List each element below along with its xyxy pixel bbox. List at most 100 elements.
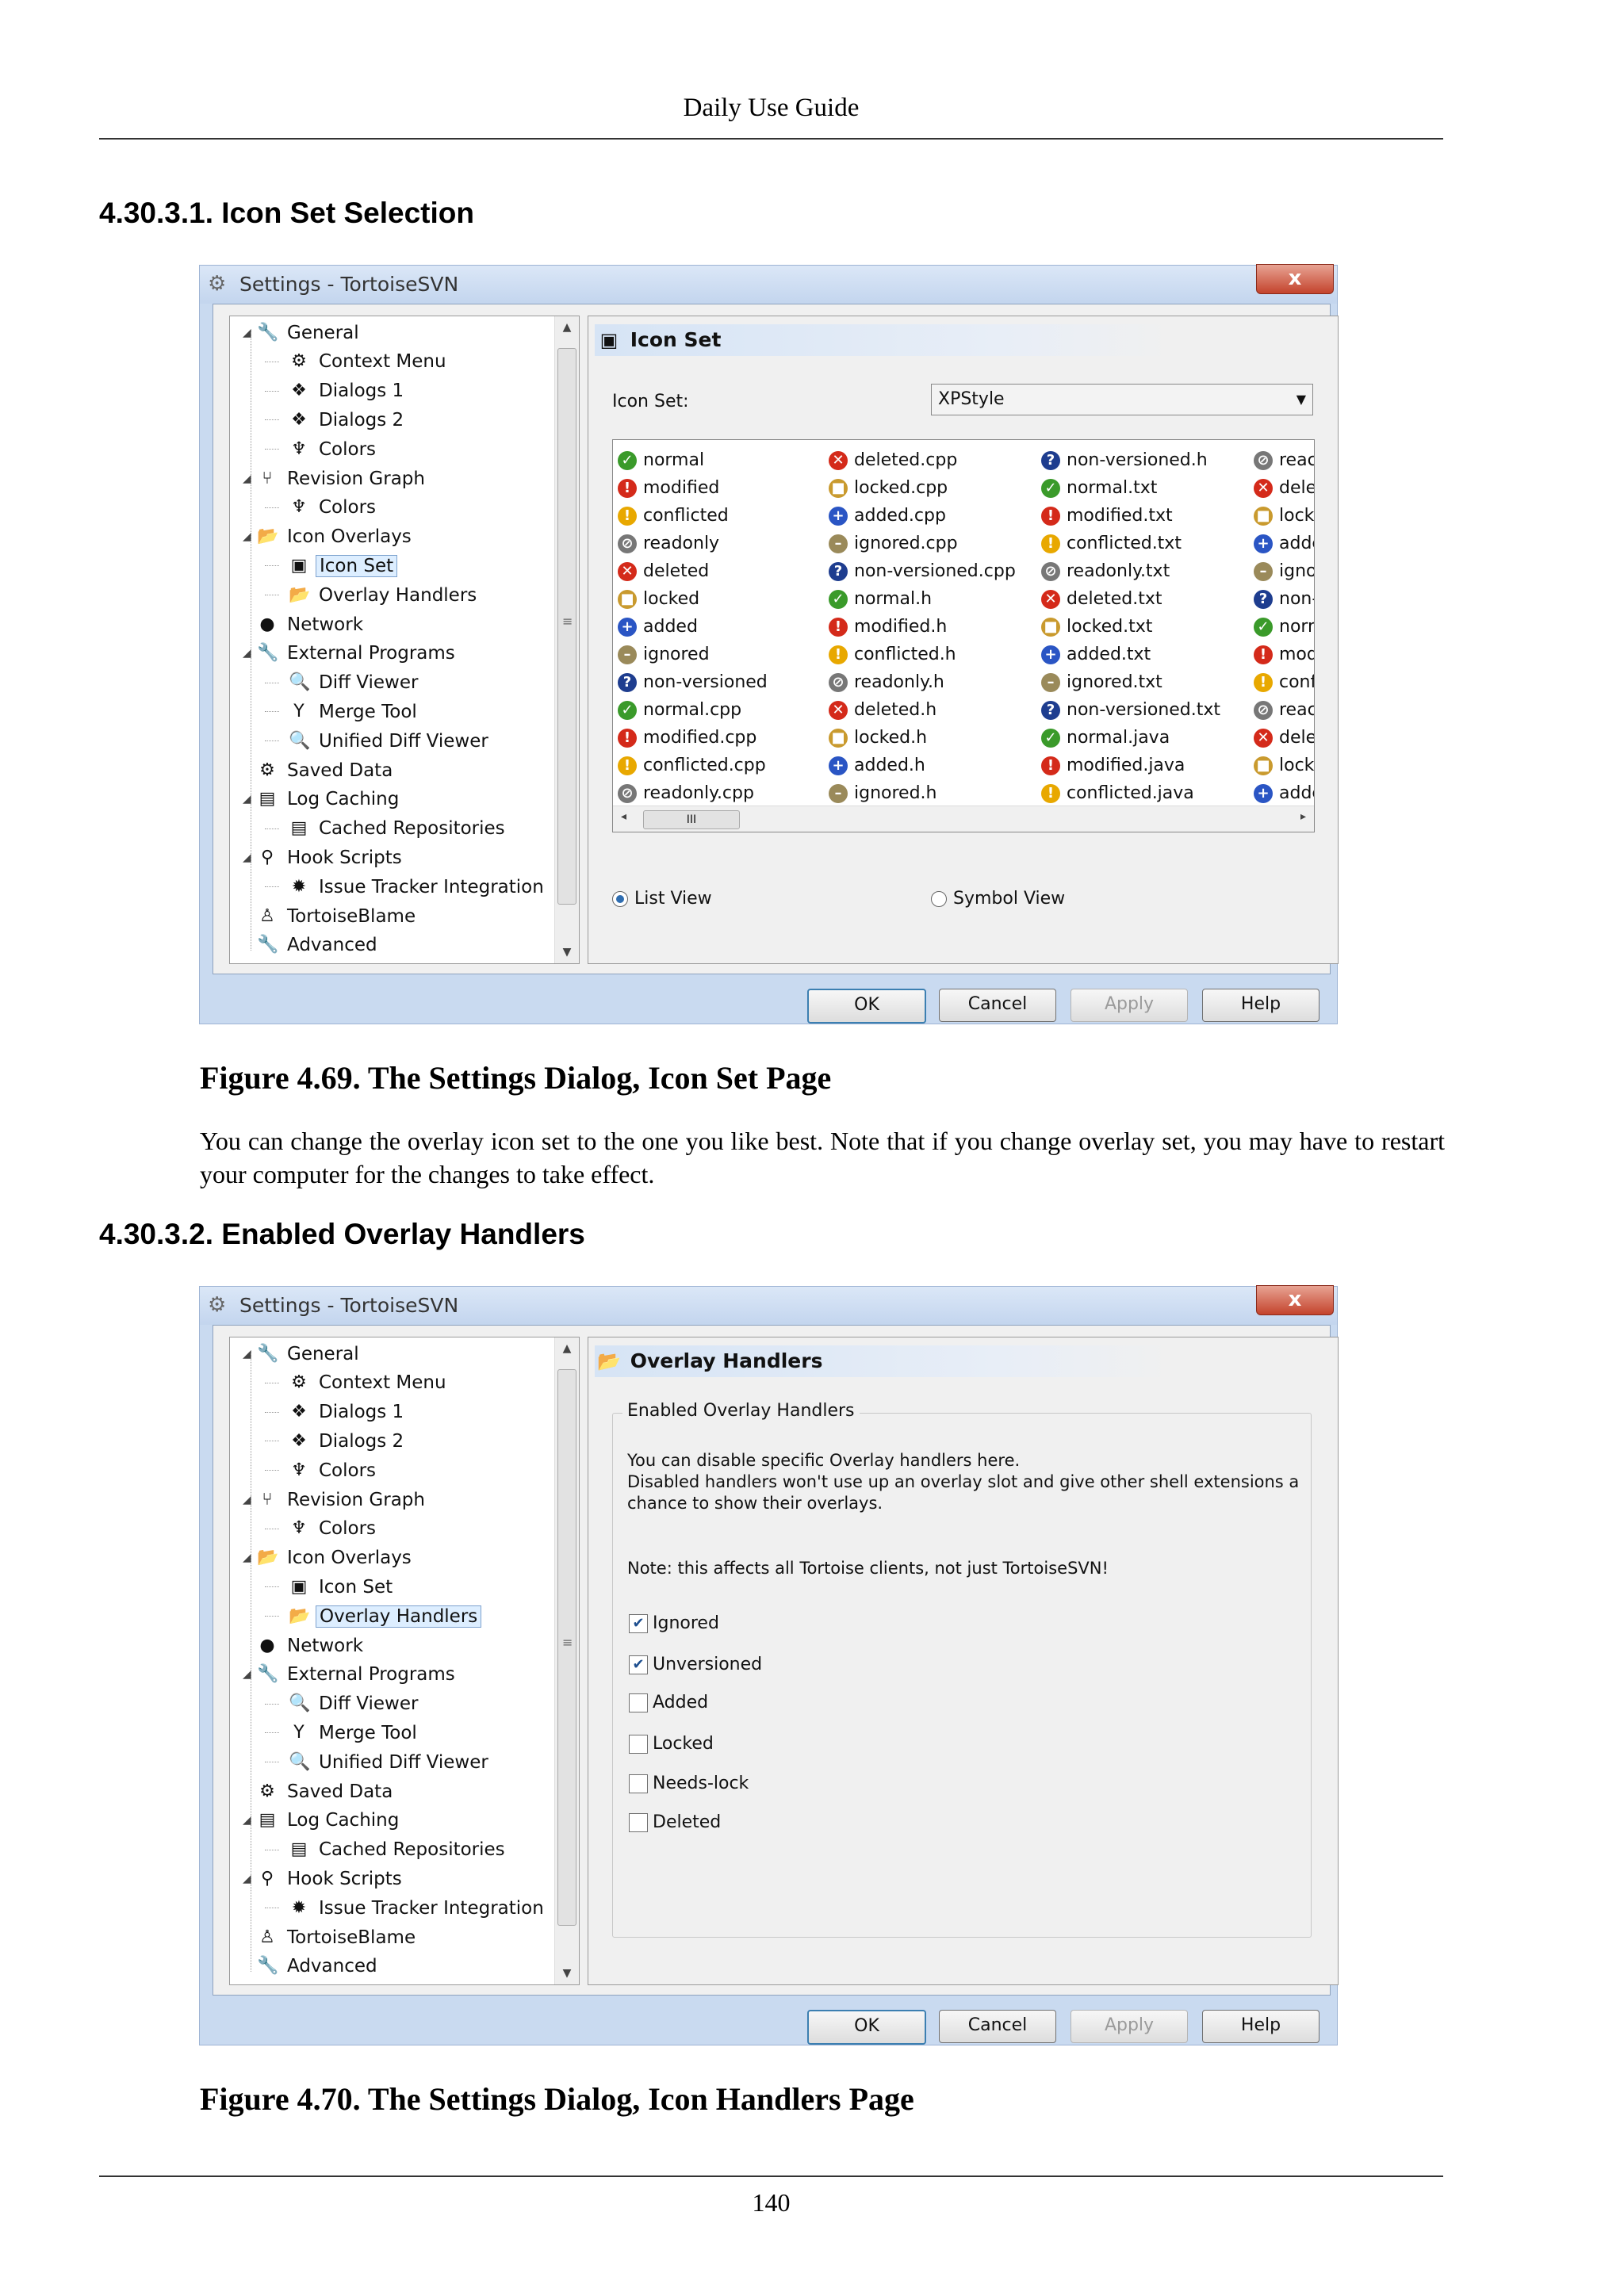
list-item[interactable]: ! modified.java bbox=[1041, 752, 1220, 779]
list-item[interactable]: ⊘ readonly.cpp bbox=[618, 779, 768, 807]
ok-button[interactable]: OK bbox=[807, 2010, 926, 2045]
list-item[interactable]: ! conflicted.java bbox=[1041, 779, 1220, 807]
checkbox-locked[interactable]: Locked bbox=[629, 1734, 714, 1754]
cancel-button[interactable]: Cancel bbox=[939, 2010, 1056, 2043]
list-item[interactable]: ■ locke bbox=[1254, 502, 1314, 530]
list-item[interactable]: – ignored.cpp bbox=[829, 530, 1016, 557]
checkbox-needs-lock[interactable]: Needs-lock bbox=[629, 1774, 749, 1793]
tree-item[interactable]: ⚙ Saved Data bbox=[243, 1777, 396, 1805]
list-item[interactable]: ⊘ readonly bbox=[618, 530, 768, 557]
expand-triangle-icon[interactable]: ◢ bbox=[243, 1865, 257, 1893]
list-item[interactable]: ! modified.h bbox=[829, 613, 1016, 641]
expand-triangle-icon[interactable]: ◢ bbox=[243, 465, 257, 493]
list-item[interactable]: ✓ normal.cpp bbox=[618, 696, 768, 724]
tree-item[interactable]: ◢ 🔧 External Programs bbox=[243, 639, 458, 668]
icon-preview-list[interactable]: ⊘reac✕dele■locke+adde–igno?non-✓norn!mod… bbox=[612, 439, 1315, 832]
tree-item[interactable]: ♙ TortoiseBlame bbox=[243, 901, 419, 930]
list-item[interactable]: ? non- bbox=[1254, 585, 1314, 613]
tree-item[interactable]: ⚙ Context Menu bbox=[274, 1368, 450, 1397]
checkbox-ignored[interactable]: ✔ Ignored bbox=[629, 1613, 719, 1633]
tree-item[interactable]: ❖ Dialogs 1 bbox=[274, 377, 407, 405]
tree-item[interactable]: ❖ Dialogs 2 bbox=[274, 405, 407, 434]
list-item[interactable]: ? non-versioned bbox=[618, 668, 768, 696]
tree-item[interactable]: ◢ ⚲ Hook Scripts bbox=[243, 1864, 405, 1892]
close-button[interactable]: x bbox=[1256, 1285, 1334, 1315]
icon-set-dropdown[interactable]: XPStyle ▼ bbox=[931, 384, 1313, 415]
tree-item[interactable]: 🔧 Advanced bbox=[243, 1952, 381, 1980]
help-button[interactable]: Help bbox=[1202, 989, 1320, 1022]
tree-item[interactable]: ♆ Colors bbox=[274, 493, 379, 522]
tree-item[interactable]: ▣ Icon Set bbox=[274, 551, 398, 580]
tree-item[interactable]: ◢ 🔧 External Programs bbox=[243, 1660, 458, 1689]
list-view-radio[interactable]: List View bbox=[612, 889, 712, 909]
tree-item[interactable]: ◢ ▤ Log Caching bbox=[243, 1806, 402, 1835]
list-item[interactable]: ✕ deleted.h bbox=[829, 696, 1016, 724]
list-item[interactable]: ✓ norn bbox=[1254, 613, 1314, 641]
tree-item[interactable]: ♆ Colors bbox=[274, 434, 379, 463]
tree-item[interactable]: ❖ Dialogs 2 bbox=[274, 1426, 407, 1455]
list-item[interactable]: ! modified.cpp bbox=[618, 724, 768, 752]
list-item[interactable]: + adde bbox=[1254, 779, 1314, 807]
tree-item[interactable]: ▣ Icon Set bbox=[274, 1572, 396, 1601]
tree-item[interactable]: ♆ Colors bbox=[274, 1514, 379, 1543]
tree-item[interactable]: ◢ ⚲ Hook Scripts bbox=[243, 843, 405, 871]
list-item[interactable]: ⊘ readonly.h bbox=[829, 668, 1016, 696]
help-button[interactable]: Help bbox=[1202, 2010, 1320, 2043]
list-item[interactable]: ✓ normal.h bbox=[829, 585, 1016, 613]
expand-triangle-icon[interactable]: ◢ bbox=[243, 1544, 257, 1572]
list-item[interactable]: ! mod bbox=[1254, 641, 1314, 668]
list-item[interactable]: + added.txt bbox=[1041, 641, 1220, 668]
list-item[interactable]: ! conflicted bbox=[618, 502, 768, 530]
tree-scrollbar[interactable]: ▲ ≡ ▼ bbox=[554, 316, 579, 963]
list-item[interactable]: ✓ normal.txt bbox=[1041, 474, 1220, 502]
list-item[interactable]: ■ locked bbox=[618, 585, 768, 613]
list-item[interactable]: ! conflicted.txt bbox=[1041, 530, 1220, 557]
expand-triangle-icon[interactable]: ◢ bbox=[243, 1806, 257, 1835]
checkbox-added[interactable]: Added bbox=[629, 1693, 708, 1712]
list-item[interactable]: – igno bbox=[1254, 557, 1314, 585]
list-item[interactable]: ! conf bbox=[1254, 668, 1314, 696]
scroll-down-icon[interactable]: ▼ bbox=[555, 1967, 579, 1980]
tree-item[interactable]: 🔍 Diff Viewer bbox=[274, 668, 421, 697]
list-item[interactable]: ■ locked.cpp bbox=[829, 474, 1016, 502]
apply-button[interactable]: Apply bbox=[1071, 2010, 1188, 2043]
list-item[interactable]: ⊘ readonly.txt bbox=[1041, 557, 1220, 585]
list-item[interactable]: ■ locked.txt bbox=[1041, 613, 1220, 641]
tree-item[interactable]: ◢ 🔧 General bbox=[243, 318, 362, 346]
tree-item[interactable]: 🔍 Unified Diff Viewer bbox=[274, 1747, 492, 1776]
list-item[interactable]: ✕ deleted.txt bbox=[1041, 585, 1220, 613]
ok-button[interactable]: OK bbox=[807, 989, 926, 1024]
list-item[interactable]: + adde bbox=[1254, 530, 1314, 557]
horizontal-scrollbar[interactable]: ◂ III ▸ bbox=[613, 806, 1314, 832]
expand-triangle-icon[interactable]: ◢ bbox=[243, 785, 257, 813]
close-button[interactable]: x bbox=[1256, 264, 1334, 294]
tree-item[interactable]: ◢ 📂 Icon Overlays bbox=[243, 522, 415, 551]
list-item[interactable]: ✓ normal bbox=[618, 446, 768, 474]
list-item[interactable]: ! conflicted.cpp bbox=[618, 752, 768, 779]
tree-item[interactable]: ▤ Cached Repositories bbox=[274, 814, 508, 843]
tree-item[interactable]: ❖ Dialogs 1 bbox=[274, 1398, 407, 1426]
expand-triangle-icon[interactable]: ◢ bbox=[243, 639, 257, 668]
list-item[interactable]: ■ locke bbox=[1254, 752, 1314, 779]
expand-triangle-icon[interactable]: ◢ bbox=[243, 1486, 257, 1514]
scroll-right-icon[interactable]: ▸ bbox=[1300, 810, 1306, 823]
scroll-up-icon[interactable]: ▲ bbox=[555, 321, 579, 334]
cancel-button[interactable]: Cancel bbox=[939, 989, 1056, 1022]
list-item[interactable]: ✕ deleted bbox=[618, 557, 768, 585]
tree-item[interactable]: ◢ ⑂ Revision Graph bbox=[243, 1485, 428, 1513]
list-item[interactable]: + added bbox=[618, 613, 768, 641]
list-item[interactable]: ⊘ reac bbox=[1254, 696, 1314, 724]
list-item[interactable]: ? non-versioned.h bbox=[1041, 446, 1220, 474]
tree-item[interactable]: 🔍 Diff Viewer bbox=[274, 1689, 421, 1718]
tree-item[interactable]: ◢ ▤ Log Caching bbox=[243, 785, 402, 813]
tree-item[interactable]: ▤ Cached Repositories bbox=[274, 1835, 508, 1864]
symbol-view-radio[interactable]: Symbol View bbox=[931, 889, 1065, 909]
tree-item[interactable]: ⚙ Saved Data bbox=[243, 756, 396, 784]
list-item[interactable]: ? non-versioned.txt bbox=[1041, 696, 1220, 724]
list-item[interactable]: + added.h bbox=[829, 752, 1016, 779]
scroll-thumb[interactable]: III bbox=[643, 810, 740, 829]
tree-item[interactable]: 📂 Overlay Handlers bbox=[274, 1601, 482, 1630]
list-item[interactable]: ! conflicted.h bbox=[829, 641, 1016, 668]
tree-item[interactable]: ♙ TortoiseBlame bbox=[243, 1923, 419, 1951]
scroll-down-icon[interactable]: ▼ bbox=[555, 946, 579, 959]
